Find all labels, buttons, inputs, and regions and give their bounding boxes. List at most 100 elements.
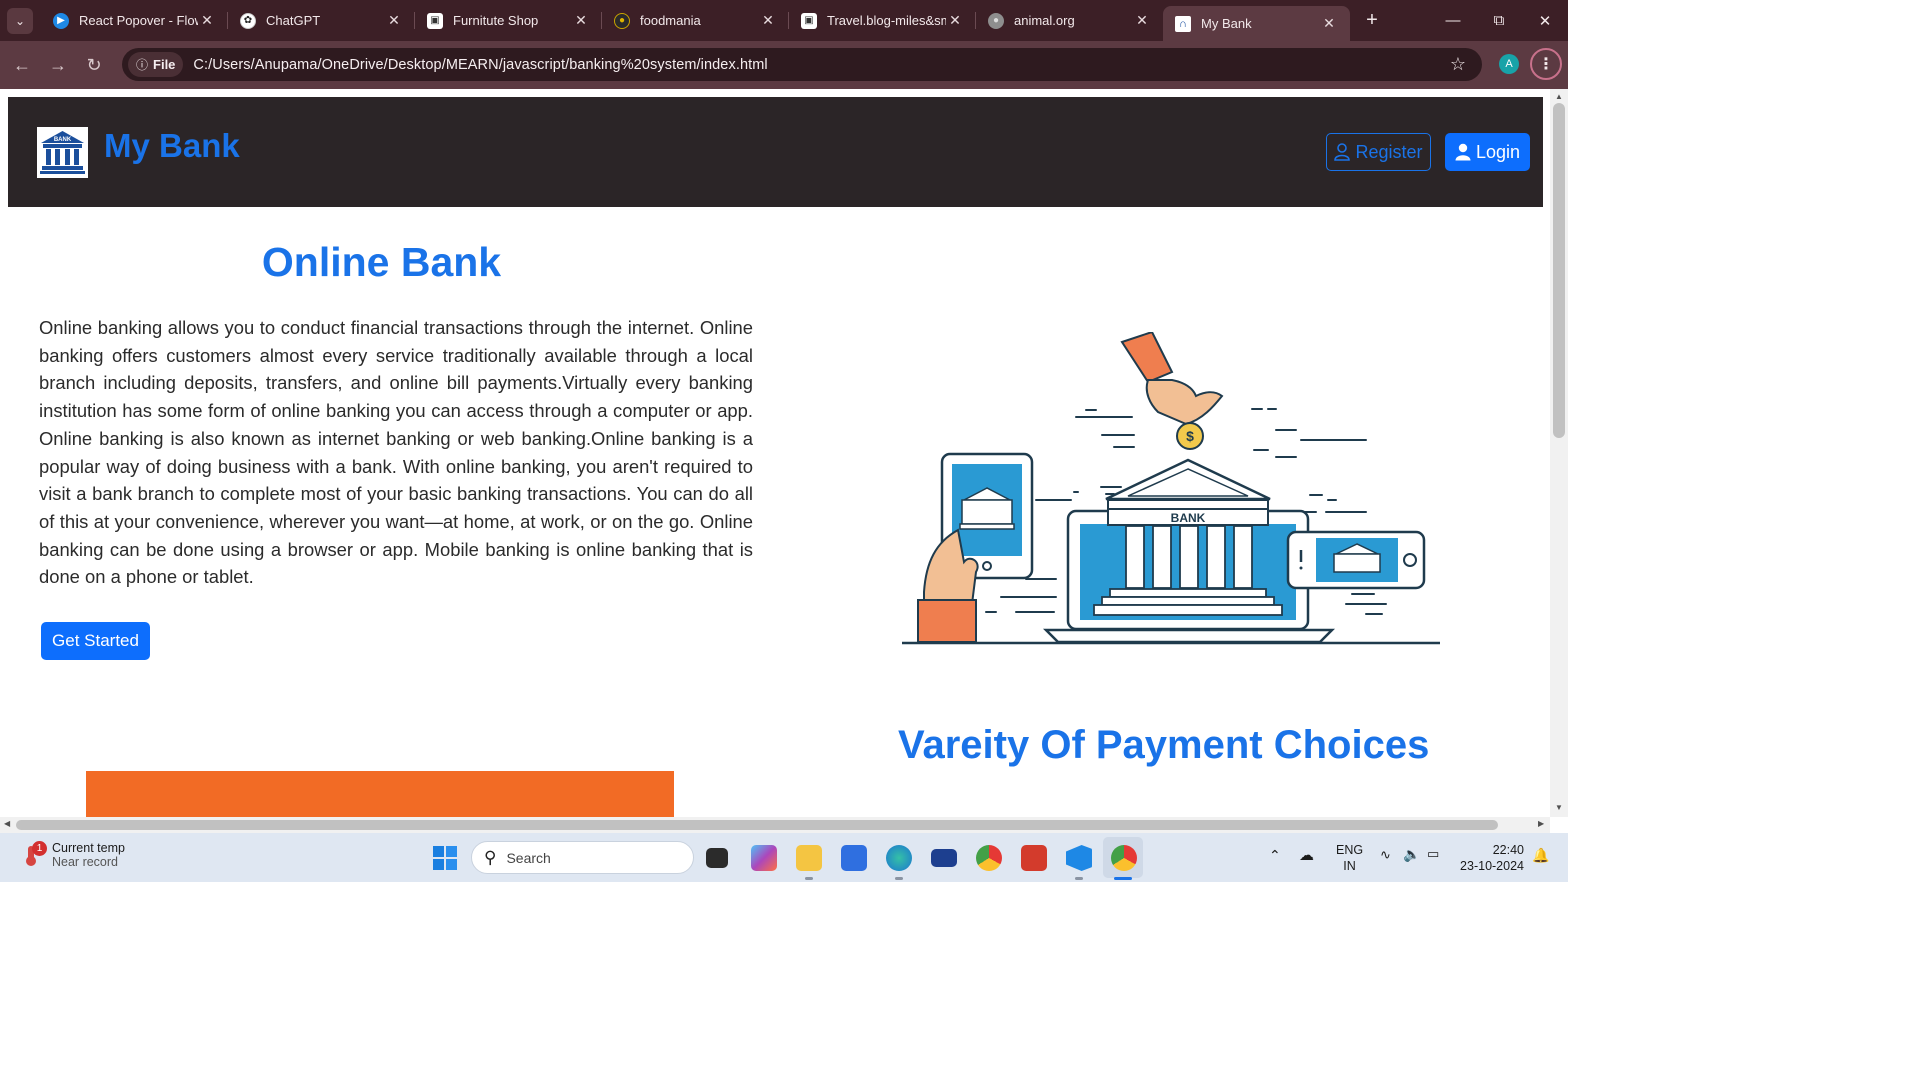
tab-chatgpt[interactable]: ✿ ChatGPT ✕ (228, 0, 415, 41)
clock-date: 23-10-2024 (1460, 859, 1524, 873)
new-tab-button[interactable]: + (1358, 7, 1386, 35)
tab-animal-org[interactable]: ● animal.org ✕ (976, 0, 1163, 41)
active-indicator (1114, 877, 1132, 880)
volume-icon[interactable]: 🔈 (1403, 846, 1420, 863)
online-bank-illustration: BANK $ (902, 332, 1440, 645)
profile-avatar[interactable]: A (1499, 54, 1519, 74)
edge-browser-icon[interactable] (886, 845, 912, 871)
browser-menu-icon[interactable]: ⋮ (1530, 48, 1562, 80)
close-window-icon[interactable]: ✕ (1522, 0, 1568, 41)
vscode-icon[interactable] (1066, 845, 1092, 871)
hero-description: Online banking allows you to conduct fin… (39, 317, 753, 588)
tab-furniture-shop[interactable]: ▣ Furnitute Shop ✕ (415, 0, 602, 41)
thermometer-icon: 1 (22, 841, 47, 867)
bank-sign-text: BANK (1171, 511, 1206, 525)
clock-time: 22:40 (1492, 843, 1524, 857)
taskbar-search[interactable]: ⚲ Search (471, 841, 694, 874)
weather-line-1: Current temp (52, 841, 125, 855)
wps-office-icon[interactable] (1021, 845, 1047, 871)
get-started-button[interactable]: Get Started (41, 622, 150, 660)
url-text[interactable]: C:/Users/Anupama/OneDrive/Desktop/MEARN/… (193, 57, 767, 73)
logo-text: BANK (54, 137, 72, 143)
horizontal-scrollbar[interactable]: ◀ ▶ (0, 817, 1550, 833)
site-header: BANK My Bank Register Login (8, 97, 1543, 207)
windows-taskbar: 1 Current temp Near record ⚲ Search ⌃ ☁ … (0, 833, 1568, 882)
microsoft-store-icon[interactable] (841, 845, 867, 871)
restore-icon[interactable]: ⧉ (1476, 0, 1522, 41)
clock[interactable]: 22:40 23-10-2024 (1458, 842, 1524, 874)
site-info-chip[interactable]: ⓘ File (128, 52, 184, 77)
wifi-icon[interactable]: ∿ (1380, 847, 1391, 863)
vertical-scroll-thumb[interactable] (1553, 103, 1565, 438)
tab-react-popover[interactable]: ▶ React Popover - Flow ✕ (41, 0, 228, 41)
brand-name[interactable]: My Bank (104, 127, 240, 165)
onedrive-cloud-icon[interactable]: ☁ (1299, 846, 1314, 864)
minimize-icon[interactable]: — (1430, 0, 1476, 41)
notification-bell-icon[interactable]: 🔔 (1532, 847, 1549, 864)
user-filled-icon (1455, 143, 1471, 161)
window-controls: — ⧉ ✕ (1430, 0, 1568, 41)
tab-travel-blog[interactable]: ▣ Travel.blog-miles&sm ✕ (789, 0, 976, 41)
tab-title: My Bank (1201, 16, 1252, 31)
file-explorer-icon[interactable] (796, 845, 822, 871)
battery-icon[interactable]: ▭ (1427, 846, 1439, 862)
tab-title: foodmania (640, 13, 701, 28)
tab-title: ChatGPT (266, 13, 321, 28)
address-bar[interactable]: ⓘ File C:/Users/Anupama/OneDrive/Desktop… (122, 48, 1482, 81)
login-button[interactable]: Login (1445, 133, 1530, 171)
running-indicator (895, 877, 903, 880)
close-tab-icon[interactable]: ✕ (946, 12, 964, 29)
chrome-profile-icon[interactable] (1111, 845, 1137, 871)
page-favicon-icon: ▣ (801, 12, 817, 29)
scroll-left-arrow-icon[interactable]: ◀ (4, 819, 10, 828)
tab-search-chevron-icon[interactable]: ⌄ (7, 7, 33, 34)
close-tab-icon[interactable]: ✕ (198, 12, 216, 29)
forward-arrow-icon[interactable]: → (40, 47, 76, 83)
info-icon: ⓘ (136, 58, 149, 72)
tab-foodmania[interactable]: ● foodmania ✕ (602, 0, 789, 41)
chrome-icon[interactable] (976, 845, 1002, 871)
close-tab-icon[interactable]: ✕ (759, 12, 777, 29)
tab-title: Travel.blog-miles&sm (827, 13, 946, 28)
back-arrow-icon[interactable]: ← (4, 47, 40, 83)
running-indicator (805, 877, 813, 880)
page-favicon-icon: ▣ (427, 12, 443, 29)
site-info-label: File (153, 57, 176, 72)
copilot-icon[interactable] (751, 845, 777, 871)
search-icon: ⚲ (484, 847, 497, 867)
lang-line-1: ENG (1336, 843, 1364, 857)
task-view-icon[interactable] (706, 848, 728, 868)
app-wave-icon[interactable] (931, 849, 957, 867)
bookmark-star-icon[interactable]: ☆ (1450, 54, 1466, 75)
chatgpt-favicon-icon: ✿ (240, 12, 256, 29)
tab-title: Furnitute Shop (453, 13, 539, 28)
browser-toolbar: ← → ↻ ⓘ File C:/Users/Anupama/OneDrive/D… (0, 41, 1568, 89)
close-tab-icon[interactable]: ✕ (385, 12, 403, 29)
register-label: Register (1355, 141, 1423, 162)
scroll-up-arrow-icon[interactable]: ▲ (1555, 92, 1563, 101)
chevron-up-icon[interactable]: ⌃ (1269, 847, 1281, 864)
payment-choices-title: Vareity Of Payment Choices (898, 723, 1430, 767)
scroll-right-arrow-icon[interactable]: ▶ (1538, 819, 1544, 828)
scroll-down-arrow-icon[interactable]: ▼ (1555, 803, 1563, 812)
language-indicator[interactable]: ENG IN (1336, 842, 1363, 874)
close-tab-icon[interactable]: ✕ (1133, 12, 1151, 29)
windows-start-icon[interactable] (432, 845, 458, 871)
tab-list: ▶ React Popover - Flow ✕ ✿ ChatGPT ✕ ▣ F… (41, 0, 1350, 41)
vertical-scrollbar[interactable]: ▲ ▼ (1550, 89, 1568, 817)
bank-logo-icon: BANK (37, 127, 88, 178)
register-button[interactable]: Register (1326, 133, 1431, 171)
close-tab-icon[interactable]: ✕ (1320, 15, 1338, 32)
reload-icon[interactable]: ↻ (76, 47, 112, 83)
tab-title: animal.org (1014, 13, 1075, 28)
tab-title: React Popover - Flow (79, 13, 198, 28)
horizontal-scroll-thumb[interactable] (16, 820, 1498, 830)
orange-card-top (86, 771, 674, 817)
bank-favicon-icon: ∩ (1175, 15, 1191, 32)
food-favicon-icon: ● (614, 12, 630, 29)
tab-my-bank[interactable]: ∩ My Bank ✕ (1163, 6, 1350, 41)
user-outline-icon (1334, 143, 1351, 161)
close-tab-icon[interactable]: ✕ (572, 12, 590, 29)
login-label: Login (1475, 141, 1521, 162)
weather-widget[interactable]: 1 Current temp Near record (22, 841, 125, 869)
